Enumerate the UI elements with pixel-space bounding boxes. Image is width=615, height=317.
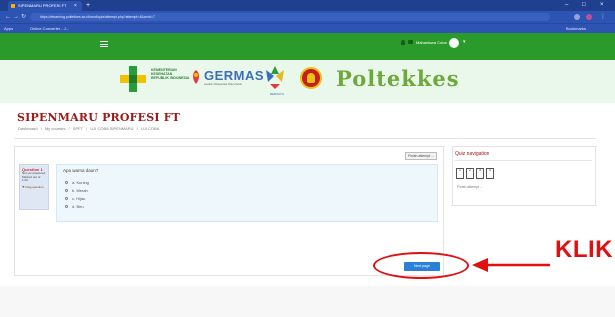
germas-subtitle: Gerakan Masyarakat Hidup Sehat [204,83,242,86]
notification-icon[interactable] [401,40,405,45]
emblem-logo-icon [300,67,322,89]
flag-label: Flag question [25,184,44,189]
footer [0,286,615,317]
kemenkes-logo-icon [120,66,146,92]
bersatu-logo-icon [266,66,284,89]
radio-icon[interactable] [65,189,68,193]
question-nav-cell[interactable]: 2 [466,168,474,179]
extension-icon[interactable] [574,14,580,20]
answer-label: c. Hijau [72,196,86,201]
site-navbar: Mahasiswa Coba ▾ [0,33,615,60]
window-minimize-icon[interactable]: – [565,0,568,11]
new-tab-button[interactable]: + [86,0,90,11]
user-name[interactable]: Mahasiswa Coba [416,38,447,47]
window-maximize-icon[interactable]: □ [582,0,586,11]
breadcrumb-dashboard[interactable]: Dashboard [18,126,38,131]
poltekkes-logo: Poltekkes [336,66,460,91]
divider [14,138,596,139]
logo-banner: KEMENTERIAN KESEHATAN REPUBLIK INDONESIA… [0,60,615,103]
address-bar-row: ← → ↻ https://elearning.poltekkes.ac.id/… [0,11,615,23]
breadcrumb-separator: / [136,126,138,131]
page-title: SIPENMARU PROFESI FT [17,111,181,124]
radio-icon[interactable] [65,181,68,185]
forward-icon[interactable]: → [13,11,19,23]
avatar[interactable] [449,38,459,48]
question-nav-cell[interactable]: 1 [456,168,464,179]
quiz-navigation-title: Quiz navigation [455,151,490,157]
favicon-icon [11,4,15,8]
radio-icon[interactable] [65,197,68,201]
answer-label: b. Merah [72,188,88,193]
answer-label: a. Kuning [72,180,89,185]
tab-title: SIPENMARU PROFESI FT [18,3,67,8]
profile-icon[interactable] [586,14,592,20]
breadcrumb-quiz[interactable]: UJI COBA [141,126,159,131]
bookmark-item[interactable]: Online Converter - J... [30,24,69,33]
highlight-ellipse [373,252,469,279]
other-bookmarks[interactable]: Bookmarks [566,24,586,33]
hamburger-menu-icon[interactable] [100,41,108,47]
question-marks: Marked out of 1.00 [22,174,41,182]
question-text: Apa warna daun? [63,168,99,173]
answer-option-d[interactable]: d. Biru [65,204,84,209]
answer-label: d. Biru [72,204,84,209]
radio-icon[interactable] [65,205,68,209]
breadcrumb-separator: / [68,126,70,131]
breadcrumb-my-courses[interactable]: My courses [45,126,65,131]
question-nav-cell[interactable]: 4 [486,168,494,179]
question-content [56,164,438,222]
divider [455,160,592,161]
breadcrumb-separator: / [86,126,88,131]
klik-annotation: KLIK [555,236,613,263]
flag-question-link[interactable]: ⚑ Flag question [22,185,46,189]
finish-attempt-button[interactable]: Finish attempt ... [405,152,437,160]
messages-icon[interactable] [408,40,413,44]
reload-icon[interactable]: ↻ [21,11,26,23]
bersatu-text: BERSATU [270,92,284,96]
breadcrumb: Dashboard / My courses / SPFT / UJI COBA… [18,126,161,131]
back-icon[interactable]: ← [5,11,11,23]
menu-dots-icon[interactable]: ⋮ [600,11,606,23]
bookmark-apps[interactable]: Apps [4,24,13,33]
window-close-icon[interactable]: × [600,0,604,11]
breadcrumb-course[interactable]: SPFT [73,126,83,131]
question-info: Question 1 Not yet answered Marked out o… [19,164,49,210]
germas-text: GERMAS [204,68,265,83]
breadcrumb-separator: / [40,126,42,131]
tab-close-icon[interactable]: × [74,1,77,11]
finish-attempt-link[interactable]: Finish attempt ... [457,185,483,189]
browser-tab-bar: SIPENMARU PROFESI FT × + – □ × [0,0,615,11]
germas-logo-icon [193,70,199,84]
breadcrumb-section[interactable]: UJI COBA SIPENMARU [90,126,133,131]
bookmarks-bar: Apps Online Converter - J... Bookmarks [0,23,615,33]
url-field[interactable]: https://elearning.poltekkes.ac.id/mod/qu… [30,13,550,21]
answer-option-b[interactable]: b. Merah [65,188,88,193]
arrow-left-icon [472,258,550,272]
answer-option-a[interactable]: a. Kuning [65,180,89,185]
answer-option-c[interactable]: c. Hijau [65,196,85,201]
browser-tab[interactable]: SIPENMARU PROFESI FT [8,1,82,11]
question-nav-cell[interactable]: 3 [476,168,484,179]
chevron-down-icon[interactable]: ▾ [463,38,466,47]
kemenkes-text: KEMENTERIAN KESEHATAN REPUBLIK INDONESIA [151,68,190,80]
